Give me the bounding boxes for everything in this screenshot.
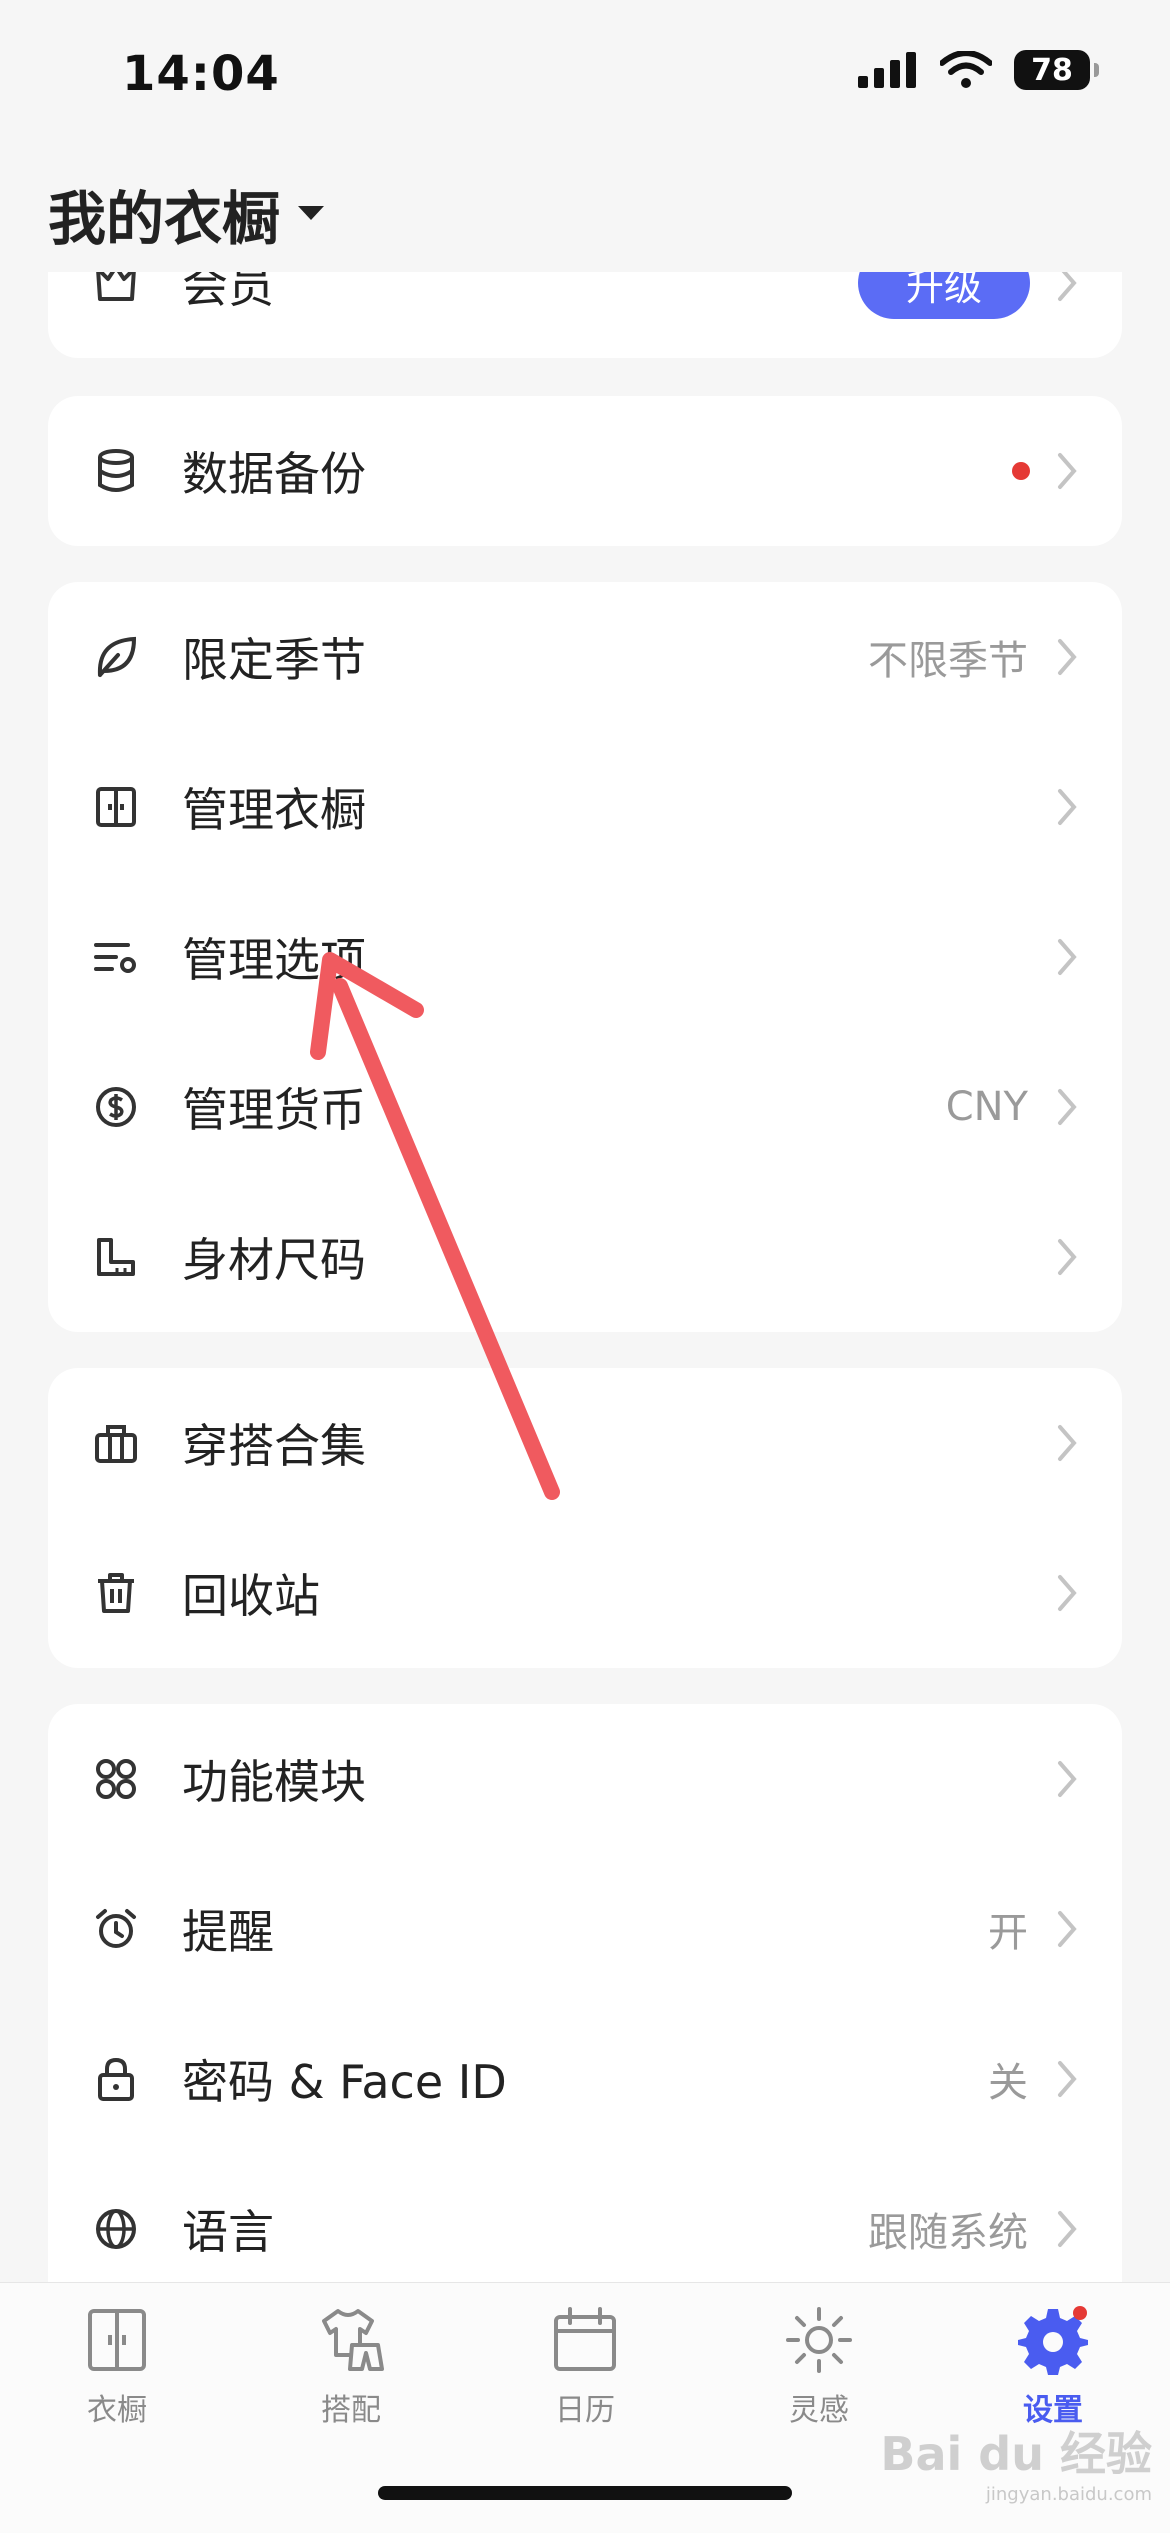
membership-card: 会员 升级 [48,272,1122,358]
settings-row-body-size[interactable]: 身材尺码 [48,1182,1122,1332]
battery-icon: 78 [1014,50,1099,90]
battery-level: 78 [1031,52,1073,88]
row-label: 密码 & Face ID [182,2055,507,2109]
wifi-icon [940,51,992,88]
row-value: 跟随系统 [868,2210,1028,2256]
watermark: Bai du 经验 jingyan.baidu.com [880,2418,1152,2505]
collections-card: 穿搭合集 回收站 [48,1368,1122,1668]
row-label: 回收站 [182,1569,320,1623]
watermark-url: jingyan.baidu.com [985,2484,1152,2505]
chevron-right-icon [1058,639,1077,675]
backup-card: 数据备份 [48,396,1122,546]
tab-outfit[interactable]: 搭配 [234,2305,468,2455]
wardrobe-icon [94,785,138,829]
chevron-right-icon [1058,1089,1077,1125]
row-label: 管理选项 [182,933,366,987]
page-title: 我的衣橱 [48,185,281,253]
wardrobe-icon [88,2309,146,2371]
row-label: 身材尺码 [182,1233,366,1287]
calendar-icon [554,2307,616,2371]
chevron-right-icon [1058,1575,1077,1611]
chevron-right-icon [1058,2061,1077,2097]
home-indicator[interactable] [378,2486,792,2500]
row-label: 穿搭合集 [182,1419,366,1473]
alarm-icon [94,1907,138,1951]
settings-row-recycle-bin[interactable]: 回收站 [48,1518,1122,1668]
settings-row-manage-wardrobe[interactable]: 管理衣橱 [48,732,1122,882]
status-bar: 14:04 78 [0,0,1170,150]
wardrobe-settings-card: 限定季节 不限季节 管理衣橱 管理选项 管理货币 CNY 身材尺码 [48,582,1122,1332]
caret-down-icon [298,206,325,220]
chevron-right-icon [1058,939,1077,975]
sun-icon [786,2307,852,2373]
row-label: 数据备份 [182,447,366,501]
gear-icon [1018,2306,1088,2375]
settings-row-currency[interactable]: 管理货币 CNY [48,1032,1122,1182]
collection-icon [94,1421,138,1465]
row-value: 关 [988,2060,1028,2106]
lock-icon [94,2057,138,2101]
settings-row-membership[interactable]: 会员 升级 [48,272,1122,358]
chevron-right-icon [1058,453,1077,489]
tab-label: 灵感 [789,2393,849,2428]
row-value: 开 [988,1910,1028,1956]
app-header: 我的衣橱 [0,150,1170,272]
row-value: CNY [945,1084,1028,1130]
tab-label: 衣橱 [87,2393,147,2428]
tab-wardrobe[interactable]: 衣橱 [0,2305,234,2455]
database-icon [94,449,138,493]
status-time: 14:04 [122,46,280,102]
chevron-right-icon [1058,1911,1077,1947]
outfit-icon [322,2309,384,2371]
row-label: 管理衣橱 [182,783,366,837]
chevron-right-icon [1058,1761,1077,1797]
globe-icon [94,2207,138,2251]
row-label: 限定季节 [182,633,366,687]
options-settings-icon [94,935,138,979]
settings-row-data-backup[interactable]: 数据备份 [48,396,1122,546]
tab-label: 日历 [555,2393,615,2428]
row-value: 不限季节 [868,638,1028,684]
settings-row-password-faceid[interactable]: 密码 & Face ID 关 [48,2004,1122,2154]
tab-label: 搭配 [321,2393,381,2428]
row-label: 提醒 [182,1905,274,1959]
leaf-icon [94,635,138,679]
modules-icon [94,1757,138,1801]
settings-row-modules[interactable]: 功能模块 [48,1704,1122,1854]
trash-icon [94,1571,138,1615]
settings-list[interactable]: 会员 升级 数据备份 限定季节 不限季节 管理衣橱 管理选项 管理货币 CNY … [0,272,1170,2282]
watermark-text: Bai du 经验 [880,2427,1152,2481]
ruler-icon [94,1235,138,1279]
row-label: 语言 [182,2205,274,2259]
chevron-right-icon [1058,2211,1077,2247]
general-settings-card: 功能模块 提醒 开 密码 & Face ID 关 语言 跟随系统 [48,1704,1122,2282]
notification-dot [1012,462,1030,480]
settings-row-language[interactable]: 语言 跟随系统 [48,2154,1122,2282]
row-label: 功能模块 [182,1755,366,1809]
row-label: 会员 [182,272,274,313]
settings-row-outfit-collections[interactable]: 穿搭合集 [48,1368,1122,1518]
status-icons: 78 [858,50,1099,90]
settings-row-reminder[interactable]: 提醒 开 [48,1854,1122,2004]
settings-row-season[interactable]: 限定季节 不限季节 [48,582,1122,732]
chevron-right-icon [1058,789,1077,825]
wardrobe-switcher[interactable]: 我的衣橱 [48,172,325,256]
upgrade-button[interactable]: 升级 [858,272,1030,319]
settings-row-manage-options[interactable]: 管理选项 [48,882,1122,1032]
chevron-right-icon [1058,1239,1077,1275]
tab-calendar[interactable]: 日历 [468,2305,702,2455]
chevron-right-icon [1058,272,1077,301]
currency-icon [94,1085,138,1129]
chevron-right-icon [1058,1425,1077,1461]
cellular-signal-icon [858,52,916,88]
row-label: 管理货币 [182,1083,366,1137]
crown-icon [94,272,138,305]
